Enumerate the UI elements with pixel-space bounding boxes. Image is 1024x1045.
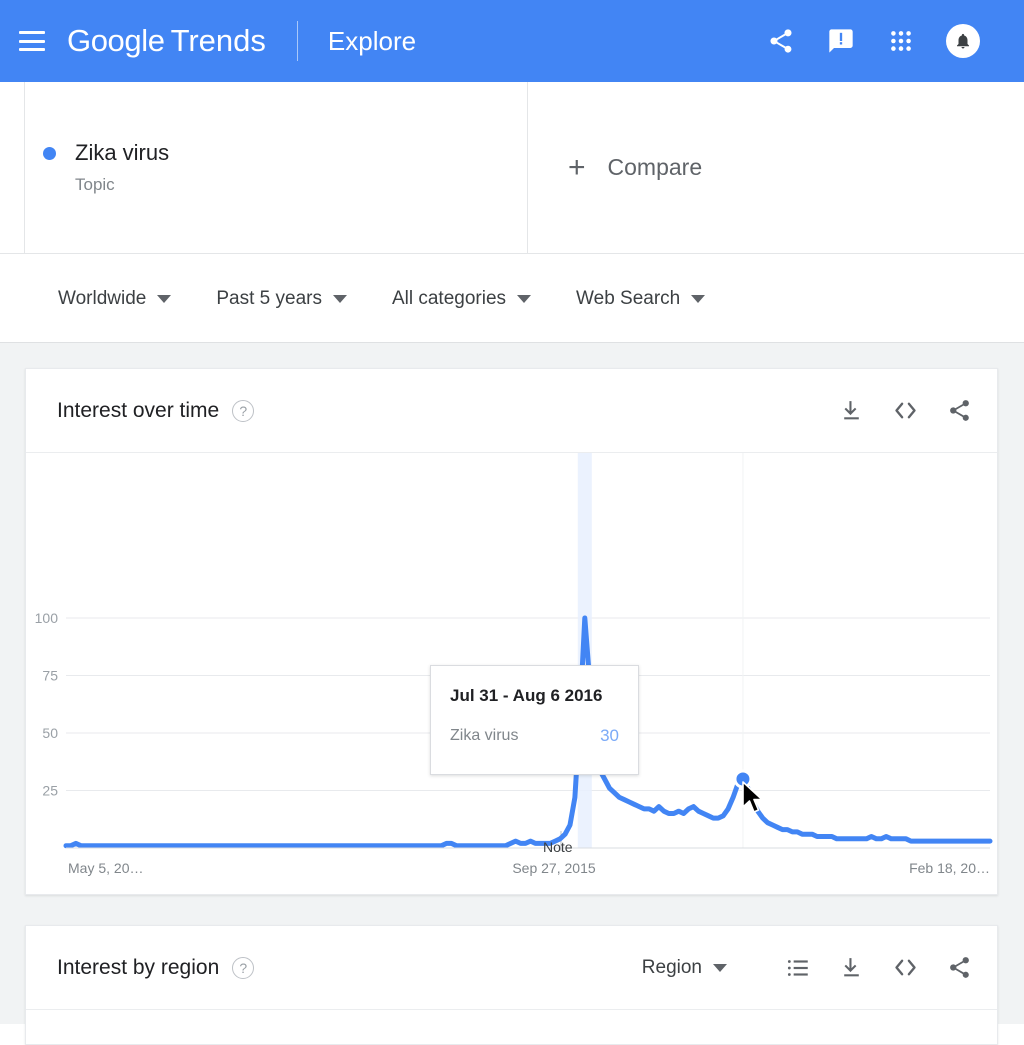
help-icon[interactable]: ? bbox=[232, 400, 254, 422]
header-divider bbox=[297, 21, 298, 61]
x-tick-label: Sep 27, 2015 bbox=[512, 860, 596, 876]
brand-google-text: Google bbox=[67, 23, 165, 59]
embed-code-button[interactable] bbox=[892, 954, 919, 981]
region-granularity-select[interactable]: Region bbox=[642, 957, 727, 979]
interest-over-time-chart[interactable]: 100 75 50 25 May 5, 20… Sep 27, 2015 Feb 18, … bbox=[26, 453, 997, 895]
tooltip-series-value: 30 bbox=[600, 726, 619, 746]
embed-code-button[interactable] bbox=[892, 397, 919, 424]
interest-over-time-header: Interest over time ? bbox=[26, 369, 997, 453]
chevron-down-icon bbox=[691, 295, 705, 303]
y-tick-label: 50 bbox=[42, 725, 58, 741]
interest-over-time-card: Interest over time ? bbox=[25, 368, 998, 895]
x-axis-tick-labels: May 5, 20… Sep 27, 2015 Feb 18, 20… bbox=[68, 860, 990, 876]
mouse-cursor bbox=[741, 781, 767, 820]
tooltip-date-range: Jul 31 - Aug 6 2016 bbox=[450, 686, 619, 706]
interest-by-region-title: Interest by region bbox=[57, 956, 219, 980]
search-term-card[interactable]: Zika virus Topic bbox=[25, 82, 528, 253]
chevron-down-icon bbox=[157, 295, 171, 303]
apps-grid-icon[interactable] bbox=[886, 26, 916, 56]
add-comparison-button[interactable]: + Compare bbox=[528, 82, 1024, 253]
chevron-down-icon bbox=[713, 964, 727, 972]
category-filter[interactable]: All categories bbox=[392, 288, 531, 310]
hamburger-bar bbox=[19, 40, 45, 43]
help-icon[interactable]: ? bbox=[232, 957, 254, 979]
tooltip-series-name: Zika virus bbox=[450, 727, 518, 745]
category-filter-value: All categories bbox=[392, 288, 506, 310]
tooltip-series-row: Zika virus 30 bbox=[450, 726, 619, 746]
interest-by-region-card: Interest by region ? Region bbox=[25, 925, 998, 1045]
interest-by-region-actions: Region bbox=[642, 954, 972, 981]
location-filter-value: Worldwide bbox=[58, 288, 146, 310]
compare-label: Compare bbox=[608, 154, 703, 181]
query-row: Zika virus Topic + Compare bbox=[0, 82, 1024, 254]
download-csv-button[interactable] bbox=[839, 955, 864, 980]
google-trends-logo[interactable]: Google Trends bbox=[67, 23, 266, 59]
hamburger-bar bbox=[19, 48, 45, 51]
feedback-icon[interactable] bbox=[826, 26, 856, 56]
hamburger-menu-icon[interactable] bbox=[19, 31, 45, 51]
list-view-button[interactable] bbox=[785, 955, 811, 981]
search-type-filter[interactable]: Web Search bbox=[576, 288, 705, 310]
interest-by-region-header: Interest by region ? Region bbox=[26, 926, 997, 1010]
region-granularity-value: Region bbox=[642, 957, 702, 979]
time-range-filter-value: Past 5 years bbox=[216, 288, 322, 310]
search-term-line: Zika virus bbox=[43, 140, 527, 166]
share-chart-button[interactable] bbox=[947, 955, 972, 980]
chevron-down-icon bbox=[517, 295, 531, 303]
notifications-bell-icon[interactable] bbox=[946, 24, 980, 58]
query-rail bbox=[0, 82, 25, 253]
location-filter[interactable]: Worldwide bbox=[58, 288, 171, 310]
chevron-down-icon bbox=[333, 295, 347, 303]
search-term-label: Zika virus bbox=[75, 140, 169, 166]
y-axis-tick-labels: 100 75 50 25 bbox=[35, 610, 59, 799]
x-tick-label: May 5, 20… bbox=[68, 860, 143, 876]
share-chart-button[interactable] bbox=[947, 398, 972, 423]
plus-icon: + bbox=[568, 153, 586, 183]
x-tick-label: Feb 18, 20… bbox=[909, 860, 990, 876]
header-actions bbox=[766, 24, 980, 58]
search-term-type: Topic bbox=[75, 175, 527, 195]
filter-bar: Worldwide Past 5 years All categories We… bbox=[0, 255, 1024, 343]
chart-tooltip: Jul 31 - Aug 6 2016 Zika virus 30 bbox=[430, 665, 639, 775]
y-tick-label: 100 bbox=[35, 610, 59, 626]
share-icon[interactable] bbox=[766, 26, 796, 56]
explore-nav-link[interactable]: Explore bbox=[328, 26, 416, 57]
time-range-filter[interactable]: Past 5 years bbox=[216, 288, 347, 310]
hamburger-bar bbox=[19, 31, 45, 34]
interest-over-time-title: Interest over time bbox=[57, 399, 219, 423]
y-tick-label: 75 bbox=[42, 668, 58, 684]
search-type-filter-value: Web Search bbox=[576, 288, 680, 310]
download-csv-button[interactable] bbox=[839, 398, 864, 423]
series-color-dot bbox=[43, 147, 56, 160]
brand-trends-text: Trends bbox=[171, 23, 266, 59]
y-tick-label: 25 bbox=[42, 783, 58, 799]
interest-over-time-actions bbox=[839, 397, 972, 424]
app-header: Google Trends Explore bbox=[0, 0, 1024, 82]
note-annotation-label[interactable]: Note bbox=[543, 839, 573, 855]
